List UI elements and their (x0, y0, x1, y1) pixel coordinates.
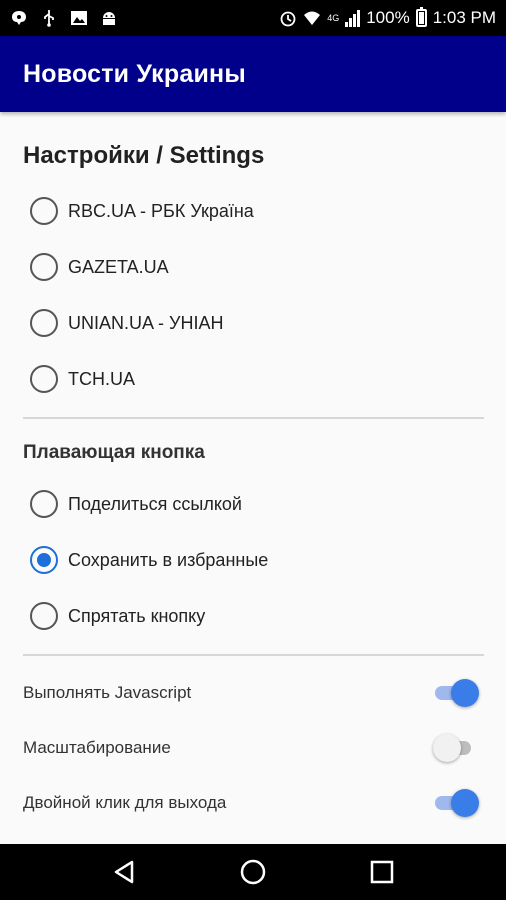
wifi-icon (304, 11, 321, 25)
radio-checked-icon[interactable] (30, 546, 58, 574)
divider (23, 654, 484, 656)
source-label: TCH.UA (68, 368, 135, 389)
radio-icon[interactable] (30, 490, 58, 518)
source-label: UNIAN.UA - УНІАН (68, 312, 224, 333)
alarm-icon (280, 11, 296, 27)
settings-title: Настройки / Settings (23, 142, 265, 169)
fab-option-label: Сохранить в избранные (68, 549, 269, 570)
home-button[interactable] (233, 852, 273, 892)
divider (23, 417, 484, 419)
recents-icon (370, 860, 393, 884)
source-label: RBC.UA - РБК Україна (68, 200, 254, 221)
source-label: GAZETA.UA (68, 256, 169, 277)
status-notifications (10, 9, 118, 27)
source-option-tch[interactable]: TCH.UA (30, 359, 135, 399)
image-icon (71, 11, 87, 25)
toggle-switch[interactable] (433, 789, 479, 817)
toggle-javascript[interactable]: Выполнять Javascript (23, 673, 483, 713)
usb-icon (44, 10, 54, 27)
home-icon (240, 859, 266, 885)
source-option-rbc[interactable]: RBC.UA - РБК Україна (30, 191, 254, 231)
fab-option-save[interactable]: Сохранить в избранные (30, 540, 268, 580)
fab-option-label: Спрятать кнопку (68, 605, 206, 626)
clock: 1:03 PM (432, 8, 496, 27)
toggle-label: Выполнять Javascript (23, 683, 192, 702)
radio-icon[interactable] (30, 309, 58, 337)
status-bar: 4G 100% 1:03 PM (0, 0, 506, 36)
app-bar: Новости Украины (0, 36, 506, 112)
toggle-switch[interactable] (433, 734, 479, 762)
battery-percent: 100% (366, 8, 410, 27)
settings-content[interactable]: Настройки / Settings RBC.UA - РБК Україн… (0, 112, 506, 844)
fab-option-hide[interactable]: Спрятать кнопку (30, 596, 205, 636)
navigation-bar (0, 844, 506, 900)
radio-icon[interactable] (30, 365, 58, 393)
chat-icon (12, 11, 26, 25)
recents-button[interactable] (362, 852, 402, 892)
signal-icon (345, 9, 361, 27)
radio-icon[interactable] (30, 253, 58, 281)
back-button[interactable] (104, 852, 144, 892)
fab-option-share[interactable]: Поделиться ссылкой (30, 484, 242, 524)
toggle-switch[interactable] (433, 679, 479, 707)
toggle-double-click-exit[interactable]: Двойной клик для выхода (23, 783, 483, 823)
app-title: Новости Украины (23, 59, 246, 88)
source-option-gazeta[interactable]: GAZETA.UA (30, 247, 169, 287)
android-icon (103, 12, 115, 25)
toggle-zoom[interactable]: Масштабирование (23, 728, 483, 768)
network-label: 4G (327, 13, 340, 23)
toggle-label: Масштабирование (23, 738, 171, 757)
source-option-unian[interactable]: UNIAN.UA - УНІАН (30, 303, 223, 343)
battery-icon (415, 7, 427, 27)
back-icon (115, 860, 134, 884)
toggle-label: Двойной клик для выхода (23, 793, 227, 812)
radio-icon[interactable] (30, 602, 58, 630)
floating-button-title: Плавающая кнопка (23, 442, 205, 463)
radio-icon[interactable] (30, 197, 58, 225)
fab-option-label: Поделиться ссылкой (68, 493, 242, 514)
status-system: 4G 100% 1:03 PM (279, 7, 496, 28)
